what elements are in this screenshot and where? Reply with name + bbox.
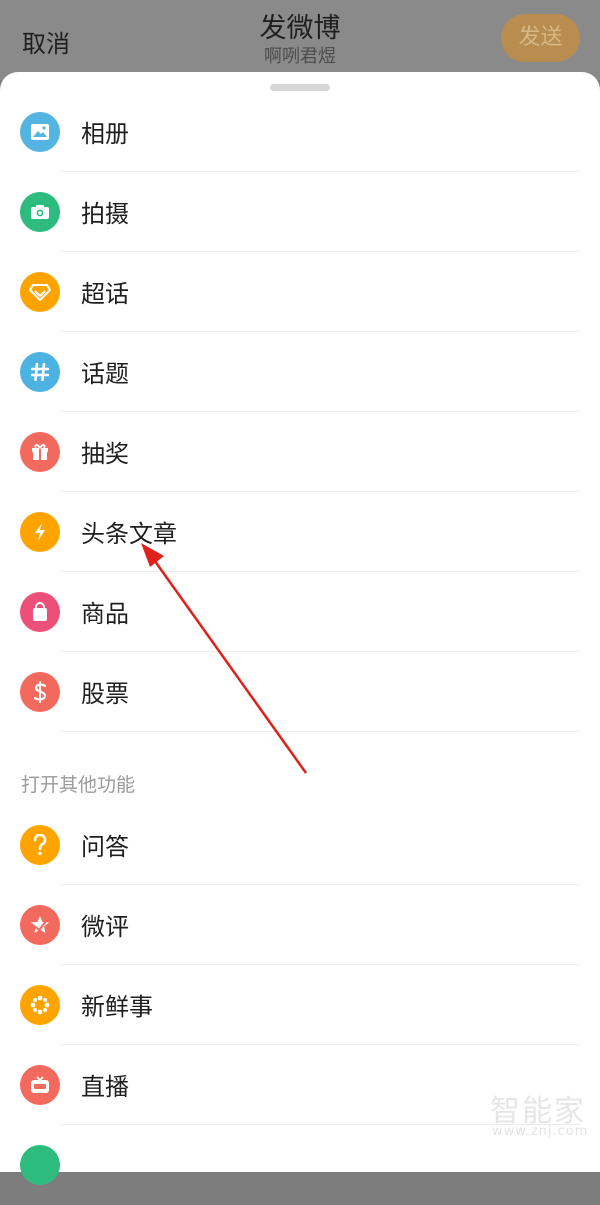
camera-icon: [20, 192, 60, 232]
menu-item-label: 商品: [81, 600, 129, 628]
partial-item-icon: [20, 1145, 60, 1185]
menu-item-lottery[interactable]: 抽奖: [0, 412, 600, 492]
live-tv-icon: [20, 1065, 60, 1105]
menu-item-label: 直播: [81, 1073, 129, 1101]
menu-item-label: 相册: [81, 120, 129, 148]
diamond-icon: [20, 272, 60, 312]
menu-item-label: 问答: [81, 833, 129, 861]
question-icon: [20, 825, 60, 865]
photo-icon: [20, 112, 60, 152]
menu-item-qa[interactable]: 问答: [0, 805, 600, 885]
menu-item-label: 股票: [81, 680, 129, 708]
watermark-url: www.znj.com: [492, 1124, 589, 1139]
menu-item-product[interactable]: 商品: [0, 572, 600, 652]
section-title-other-features: 打开其他功能: [21, 774, 136, 796]
dollar-icon: [20, 672, 60, 712]
menu-item-label: 超话: [81, 280, 129, 308]
divider: [60, 731, 580, 732]
more-options-sheet: 相册 拍摄 超话 话题 抽奖 头条文章 商品 股票 打开其他功能 问答 微评 新…: [0, 72, 600, 1185]
hashtag-icon: [20, 352, 60, 392]
star-check-icon: [20, 905, 60, 945]
menu-item-label: 拍摄: [81, 200, 129, 228]
compose-header: 取消 发微博 啊咧君煜 发送: [0, 0, 600, 80]
menu-item-super-topic[interactable]: 超话: [0, 252, 600, 332]
menu-item-micro-review[interactable]: 微评: [0, 885, 600, 965]
sparkle-flower-icon: [20, 985, 60, 1025]
menu-item-label: 微评: [81, 913, 129, 941]
menu-item-topic[interactable]: 话题: [0, 332, 600, 412]
lightning-icon: [20, 512, 60, 552]
shopping-bag-icon: [20, 592, 60, 632]
menu-item-news[interactable]: 新鲜事: [0, 965, 600, 1045]
menu-item-camera[interactable]: 拍摄: [0, 172, 600, 252]
menu-item-label: 抽奖: [81, 440, 129, 468]
sheet-drag-handle[interactable]: [270, 84, 330, 91]
menu-item-label: 新鲜事: [81, 993, 153, 1021]
menu-item-stock[interactable]: 股票: [0, 652, 600, 732]
menu-item-label: 话题: [81, 360, 129, 388]
gift-icon: [20, 432, 60, 472]
send-button[interactable]: 发送: [501, 14, 580, 62]
menu-item-headline-article[interactable]: 头条文章: [0, 492, 600, 572]
menu-item-label: 头条文章: [81, 520, 177, 548]
menu-item-album[interactable]: 相册: [0, 92, 600, 172]
